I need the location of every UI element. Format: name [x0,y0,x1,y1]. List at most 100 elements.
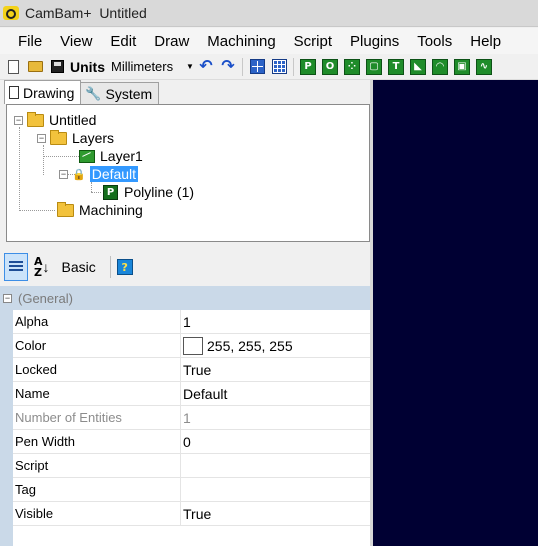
color-swatch[interactable] [183,336,203,355]
tree-node-polyline[interactable]: P Polyline (1) [103,183,194,201]
draw-points-button[interactable]: ⁘ [343,58,361,76]
property-row-alpha[interactable]: Alpha 1 [13,310,370,334]
toolbar-separator [293,57,294,76]
draw-text-button[interactable]: T [387,58,405,76]
property-row-color[interactable]: Color 255, 255, 255 [13,334,370,358]
property-value[interactable]: Default [181,382,370,405]
tree-node-label: Default [89,166,139,182]
tab-drawing-label: Drawing [23,84,75,101]
menu-plugins[interactable]: Plugins [341,33,408,50]
app-name: CamBam+ [25,5,92,21]
menu-tools[interactable]: Tools [408,33,461,50]
draw-spline-button[interactable]: ∿ [475,58,493,76]
arc-icon: ◠ [432,58,448,75]
folder-icon [50,129,67,145]
snap-grid-button[interactable] [270,58,288,76]
redo-button[interactable]: ↷ [219,58,237,76]
property-grid-margin [0,310,13,546]
property-value: 255, 255, 255 [207,337,293,354]
text-icon: T [388,58,404,75]
tree-node-machining[interactable]: Machining [57,201,143,219]
tab-drawing[interactable]: Drawing [4,80,82,104]
page-icon [9,86,19,99]
property-value[interactable] [181,478,370,501]
property-row-name[interactable]: Name Default [13,382,370,406]
categorized-icon [9,260,23,274]
property-grid-toolbar: A Z ↓ Basic ? [0,250,370,284]
polyline-icon: P [103,184,118,200]
main-toolbar: Units Millimeters ▼ ↶ ↷ P O ⁘ ▢ T ◣ ◠ ▣ … [0,54,538,80]
tree-node-layer1[interactable]: Layer1 [79,147,143,165]
property-value[interactable]: True [181,358,370,381]
draw-rectangle-button[interactable]: ▢ [365,58,383,76]
categorized-view-button[interactable] [4,253,28,281]
draw-region-button[interactable]: ◣ [409,58,427,76]
property-value-color[interactable]: 255, 255, 255 [181,334,370,357]
menu-help[interactable]: Help [461,33,510,50]
tree-node-root[interactable]: − Untitled [14,111,96,129]
property-grid: − (General) Alpha 1 Color 255, 255, 255 … [0,286,370,546]
property-name: Alpha [13,310,181,333]
property-value[interactable]: True [181,502,370,525]
property-value[interactable]: 0 [181,430,370,453]
property-name: Name [13,382,181,405]
collapse-toggle-icon[interactable]: − [59,169,68,179]
draw-surface-button[interactable]: ▣ [453,58,471,76]
tree-node-default-layer[interactable]: − 🔒 Default [59,165,139,183]
collapse-toggle-icon[interactable]: − [3,293,12,303]
menu-edit[interactable]: Edit [101,33,145,50]
menu-draw[interactable]: Draw [145,33,198,50]
undo-button[interactable]: ↶ [197,58,215,76]
tree-connector [43,156,79,157]
menu-view[interactable]: View [51,33,101,50]
units-dropdown-value: Millimeters [111,59,174,74]
property-row-locked[interactable]: Locked True [13,358,370,382]
save-file-button[interactable] [48,58,66,76]
snap-axis-button[interactable] [248,58,266,76]
new-file-button[interactable] [4,58,22,76]
tab-system-label: System [105,85,153,102]
toolbar-separator [109,256,111,278]
tree-node-label: Machining [79,202,143,218]
draw-circle-button[interactable]: O [321,58,339,76]
property-row-tag[interactable]: Tag [13,478,370,502]
category-general[interactable]: − (General) [0,286,370,310]
drawing-canvas[interactable] [373,80,538,546]
property-value[interactable] [181,454,370,477]
collapse-toggle-icon[interactable]: − [37,133,46,143]
property-row-visible[interactable]: Visible True [13,502,370,526]
menu-script[interactable]: Script [285,33,341,50]
chevron-down-icon: ▼ [186,62,194,71]
property-value[interactable]: 1 [181,310,370,333]
alphabetical-view-button[interactable]: A Z ↓ [34,253,50,281]
open-file-button[interactable] [26,58,44,76]
tree-node-layers[interactable]: − Layers [37,129,114,147]
lock-icon: 🔒 [72,168,86,181]
units-dropdown[interactable]: Millimeters ▼ [109,57,195,77]
property-row-script[interactable]: Script [13,454,370,478]
menu-file[interactable]: File [0,33,51,50]
tree-connector [91,192,101,193]
property-row-pen-width[interactable]: Pen Width 0 [13,430,370,454]
collapse-toggle-icon[interactable]: − [14,115,23,125]
redo-icon: ↷ [221,57,235,75]
property-row-number-of-entities[interactable]: Number of Entities 1 [13,406,370,430]
rectangle-icon: ▢ [366,58,382,75]
save-disk-icon [50,60,64,73]
axis-snap-icon [249,59,265,74]
help-button[interactable]: ? [116,253,133,281]
property-name: Pen Width [13,430,181,453]
layer-icon [79,149,95,163]
menu-bar: File View Edit Draw Machining Script Plu… [0,28,538,54]
points-icon: ⁘ [344,58,360,75]
open-folder-icon [27,61,43,72]
toolbar-separator [242,57,243,76]
window-title: CamBam+ Untitled [25,5,147,21]
tab-system[interactable]: 🔧 System [80,82,160,104]
draw-arc-button[interactable]: ◠ [431,58,449,76]
basic-view-button[interactable]: Basic [56,253,102,281]
menu-machining[interactable]: Machining [198,33,284,50]
basic-label: Basic [61,259,96,275]
undo-icon: ↶ [199,57,213,75]
draw-polyline-button[interactable]: P [299,58,317,76]
